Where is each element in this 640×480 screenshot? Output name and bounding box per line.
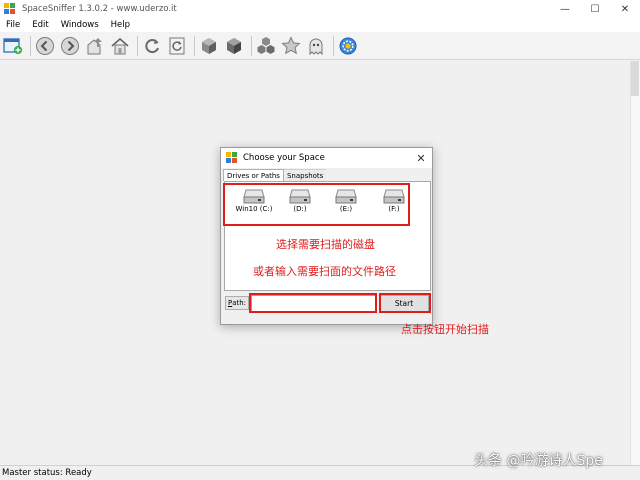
menu-bar: File Edit Windows Help [0,18,640,32]
close-button[interactable]: ✕ [610,0,640,18]
cube-button[interactable] [198,35,220,57]
dialog-close-button[interactable]: ✕ [412,149,430,167]
refresh-button[interactable] [141,35,163,57]
window-title: SpaceSniffer 1.3.0.2 - www.uderzo.it [22,4,177,14]
dialog-app-icon [226,152,237,163]
menu-edit[interactable]: Edit [26,20,54,30]
toolbar-separator [137,35,138,56]
toolbar-separator [333,35,334,56]
menu-windows[interactable]: Windows [55,20,105,30]
dialog-title: Choose your Space [243,153,325,163]
refresh-all-button[interactable] [166,35,188,57]
minimize-button[interactable]: — [550,0,580,18]
maximize-button[interactable]: ☐ [580,0,610,18]
path-button[interactable]: Path: [225,296,249,310]
path-button-label: ath: [232,299,247,307]
favorites-button[interactable] [280,35,302,57]
tab-drives-or-paths[interactable]: Drives or Paths [223,169,284,181]
new-scan-icon [3,37,22,54]
ghost-button[interactable] [305,35,327,57]
parent-folder-icon [87,37,102,54]
parent-folder-button[interactable] [84,35,106,57]
refresh-icon [145,38,159,53]
toolbar-separator [194,35,195,56]
cube-icon [202,37,216,54]
ghost-icon [309,38,323,55]
settings-button[interactable] [337,35,359,57]
annotation-click-start: 点击按钮开始扫描 [401,323,489,336]
annotation-input-path: 或者输入需要扫面的文件路径 [253,265,396,278]
vertical-scrollbar[interactable] [630,61,640,465]
toolbar-separator [251,35,252,56]
drives-highlight-box [223,183,410,226]
watermark: 头条 @吟游诗人Spe [474,453,603,469]
title-bar: SpaceSniffer 1.3.0.2 - www.uderzo.it — ☐… [0,0,640,18]
home-icon [111,37,129,54]
cubes-button[interactable] [255,35,277,57]
toolbar [0,32,640,60]
cube-dark-icon [227,37,241,54]
path-highlight-box [249,293,377,313]
toolbar-separator [30,35,31,56]
scrollbar-thumb[interactable] [631,61,639,96]
forward-button[interactable] [59,35,81,57]
tab-snapshots[interactable]: Snapshots [283,169,327,181]
menu-help[interactable]: Help [105,20,136,30]
dialog-title-bar: Choose your Space ✕ [221,148,432,168]
cubes-icon [257,36,275,54]
home-button[interactable] [109,35,131,57]
star-icon [281,35,301,54]
back-button[interactable] [34,35,56,57]
start-highlight-box [379,293,431,313]
forward-icon [61,36,79,55]
settings-icon [339,37,357,54]
cube-dark-button[interactable] [223,35,245,57]
app-logo-icon [4,3,16,15]
refresh-all-icon [169,37,185,54]
new-scan-button[interactable] [2,35,24,57]
menu-file[interactable]: File [0,20,26,30]
back-icon [36,36,54,55]
status-text: Master status: Ready [2,468,92,478]
annotation-select-drive: 选择需要扫描的磁盘 [276,238,375,251]
